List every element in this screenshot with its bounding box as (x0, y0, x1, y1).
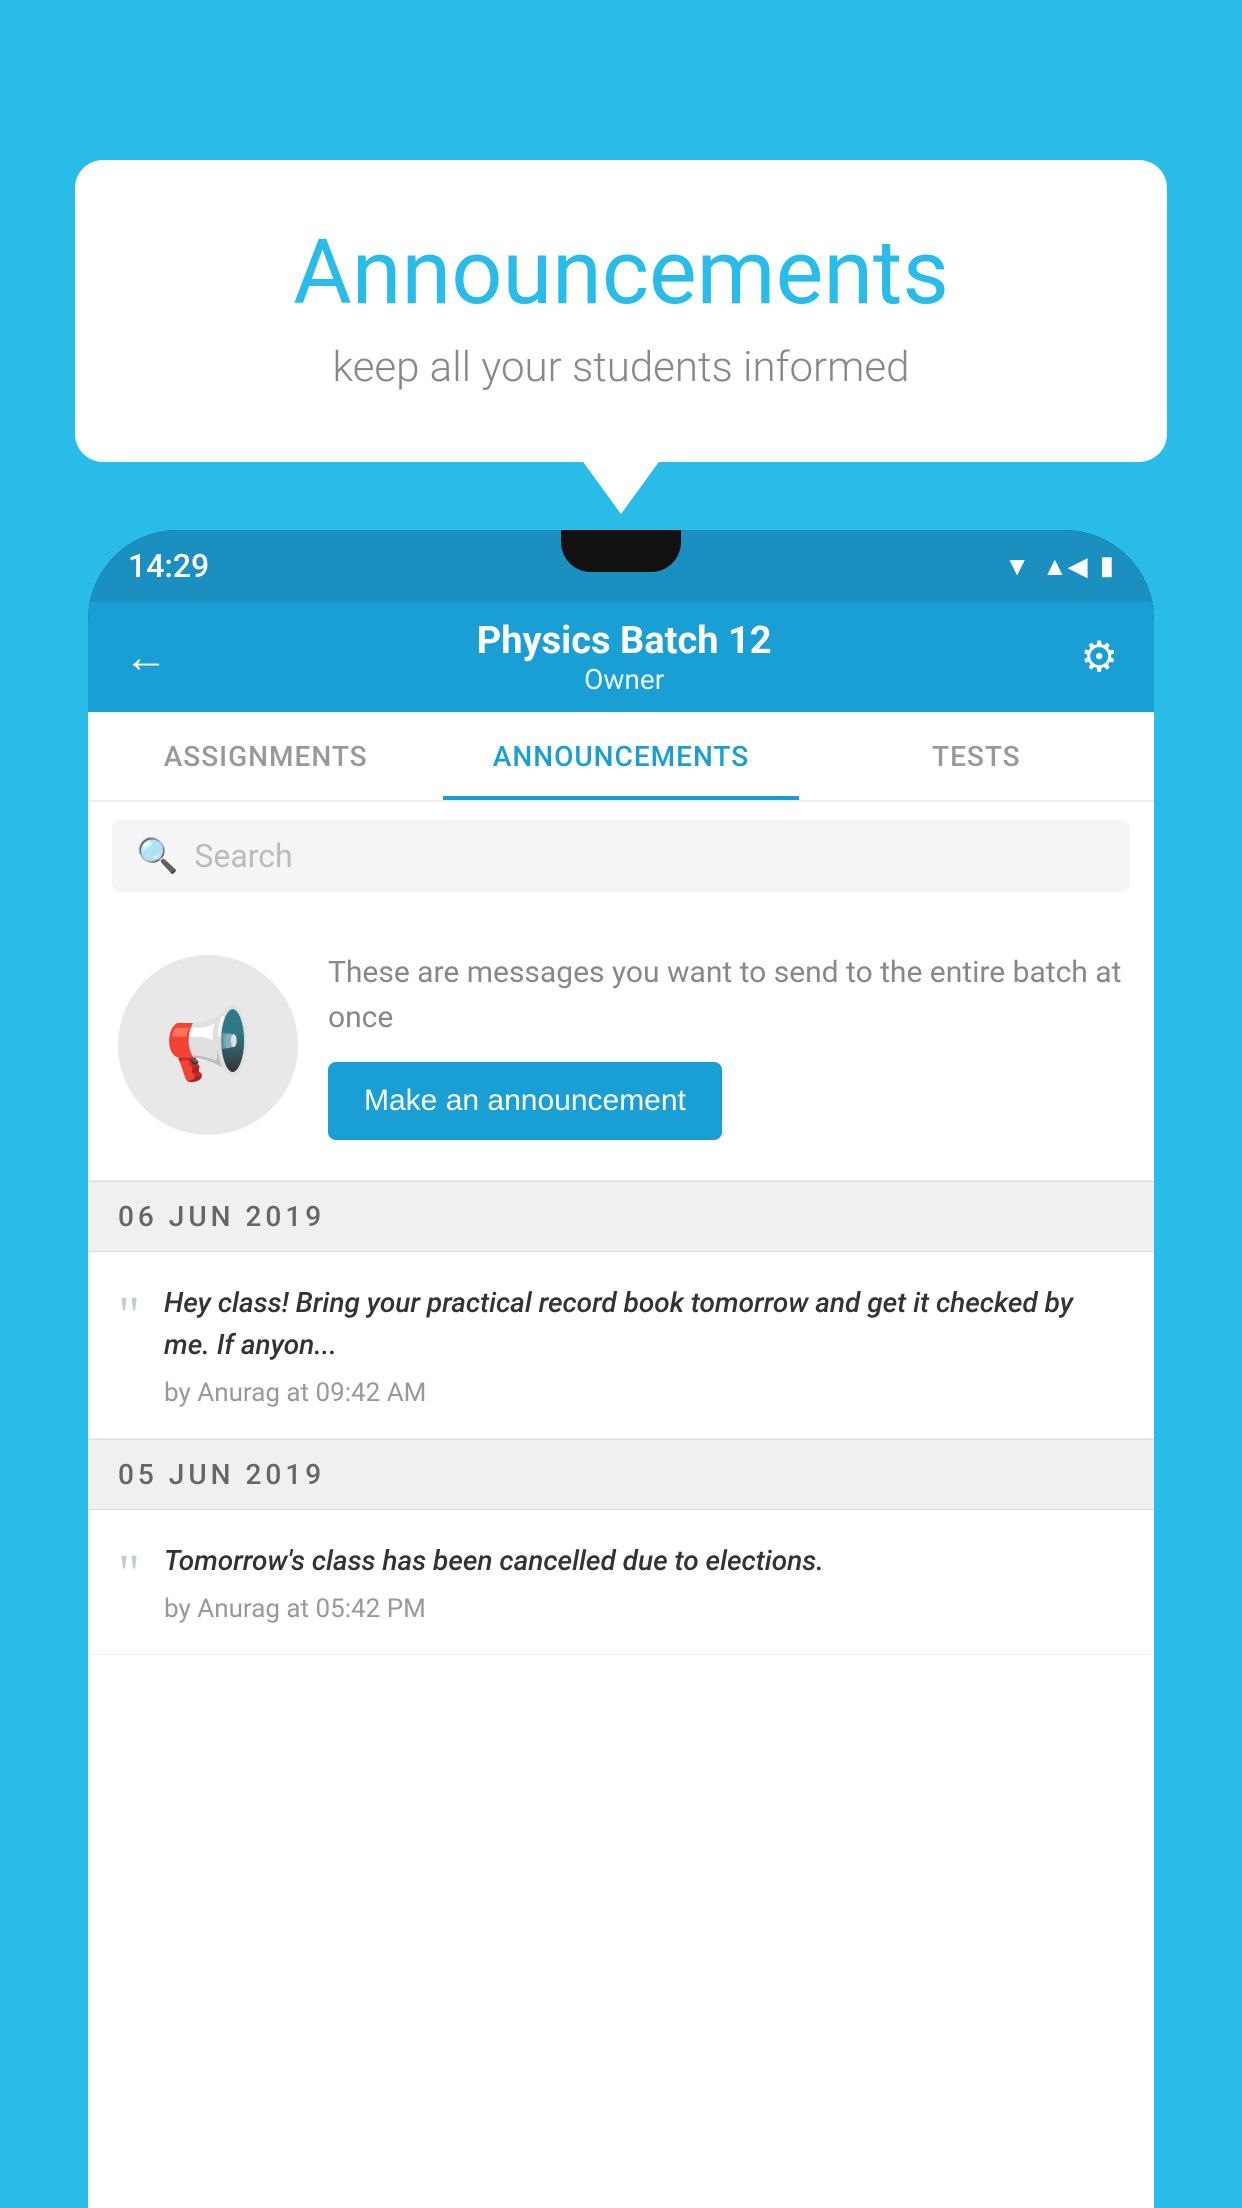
announcement-text-1: Hey class! Bring your practical record b… (164, 1282, 1124, 1366)
tab-assignments[interactable]: ASSIGNMENTS (88, 712, 443, 800)
announcement-content-1: Hey class! Bring your practical record b… (164, 1282, 1124, 1408)
search-icon: 🔍 (136, 836, 178, 876)
announcements-heading: Announcements (155, 220, 1087, 325)
announcement-description: These are messages you want to send to t… (328, 950, 1124, 1040)
quote-icon-1: " (118, 1288, 140, 1408)
status-icons: ▼ ▲◀ ▮ (1004, 551, 1114, 582)
app-bar-title-group: Physics Batch 12 Owner (477, 619, 772, 696)
quote-icon-2: " (118, 1546, 140, 1624)
announcement-item-1: " Hey class! Bring your practical record… (88, 1252, 1154, 1439)
app-bar-subtitle: Owner (477, 663, 772, 696)
date-separator-2: 05 JUN 2019 (88, 1439, 1154, 1510)
search-input-wrap[interactable]: 🔍 Search (112, 820, 1130, 892)
announcement-content-2: Tomorrow's class has been cancelled due … (164, 1540, 824, 1624)
announcement-right: These are messages you want to send to t… (328, 950, 1124, 1140)
tabs: ASSIGNMENTS ANNOUNCEMENTS TESTS (88, 712, 1154, 802)
tab-tests[interactable]: TESTS (799, 712, 1154, 800)
date-separator-1: 06 JUN 2019 (88, 1181, 1154, 1252)
phone-inner: 14:29 ▼ ▲◀ ▮ ← Physics Batch 12 Owner ⚙ … (88, 530, 1154, 2208)
phone-frame: 14:29 ▼ ▲◀ ▮ ← Physics Batch 12 Owner ⚙ … (88, 530, 1154, 2208)
phone-content: 🔍 Search 📢 These are messages you want t… (88, 802, 1154, 2208)
announcements-subtitle: keep all your students informed (155, 343, 1087, 392)
battery-icon: ▮ (1100, 551, 1114, 581)
announcement-meta-2: by Anurag at 05:42 PM (164, 1594, 824, 1624)
announcement-prompt: 📢 These are messages you want to send to… (88, 910, 1154, 1181)
megaphone-icon: 📢 (164, 1004, 251, 1086)
announcement-text-2: Tomorrow's class has been cancelled due … (164, 1540, 824, 1582)
back-button[interactable]: ← (124, 631, 168, 683)
announcement-meta-1: by Anurag at 09:42 AM (164, 1378, 1124, 1408)
speech-bubble-container: Announcements keep all your students inf… (75, 160, 1167, 462)
settings-icon[interactable]: ⚙ (1080, 632, 1118, 682)
notch (561, 530, 681, 572)
tab-announcements[interactable]: ANNOUNCEMENTS (443, 712, 798, 800)
megaphone-circle: 📢 (118, 955, 298, 1135)
announcement-item-2: " Tomorrow's class has been cancelled du… (88, 1510, 1154, 1655)
wifi-icon: ▼ (1004, 551, 1030, 582)
speech-bubble: Announcements keep all your students inf… (75, 160, 1167, 462)
signal-icon: ▲◀ (1042, 551, 1088, 582)
make-announcement-button[interactable]: Make an announcement (328, 1062, 722, 1140)
status-bar: 14:29 ▼ ▲◀ ▮ (88, 530, 1154, 602)
app-bar-title: Physics Batch 12 (477, 619, 772, 663)
search-placeholder: Search (194, 837, 292, 875)
app-bar: ← Physics Batch 12 Owner ⚙ (88, 602, 1154, 712)
status-time: 14:29 (128, 547, 209, 585)
search-bar: 🔍 Search (88, 802, 1154, 910)
